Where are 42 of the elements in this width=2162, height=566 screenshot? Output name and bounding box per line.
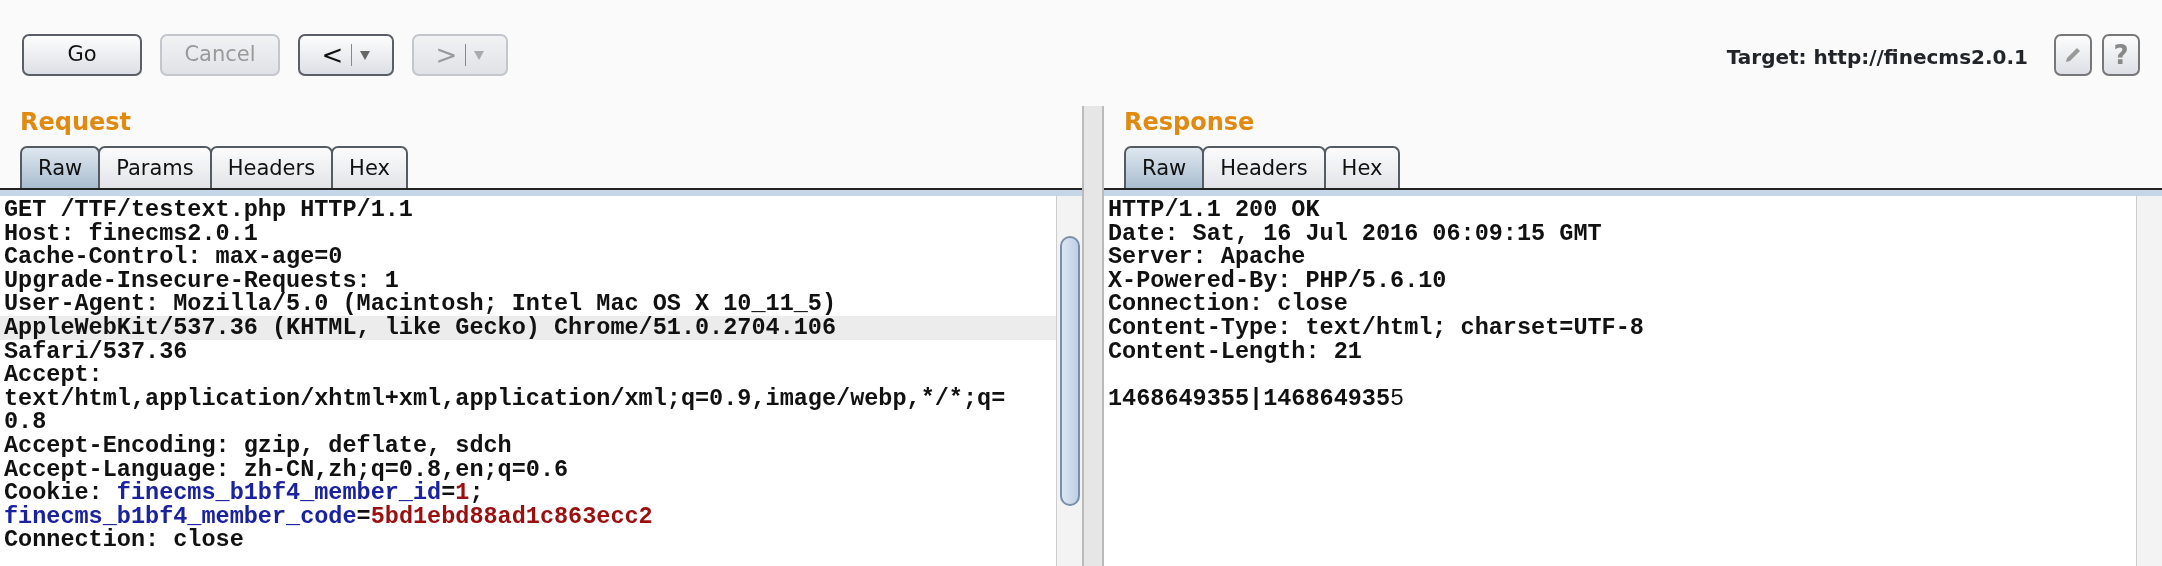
tab[interactable]: Params bbox=[98, 145, 212, 188]
history-button[interactable]: < bbox=[298, 34, 394, 76]
code-line: Safari/537.36 bbox=[3, 339, 188, 364]
code-line: Accept: bbox=[3, 363, 103, 387]
scrollbar-thumb[interactable] bbox=[1060, 236, 1080, 506]
code-line: User-Agent: Mozilla/5.0 (Macintosh; Intel Mac OS X 10_11_5) bbox=[3, 292, 838, 316]
code-line: Content-Type: text/html; charset=UTF-8 bbox=[1107, 315, 1645, 340]
code-line: Content-Length: 21 bbox=[1107, 339, 1362, 364]
code-line: finecms_b1bf4_member_code=5bd1ebd88ad1c863ecc2 bbox=[3, 504, 654, 529]
code-line: GET /TTF/testext.php HTTP/1.1 bbox=[3, 198, 414, 222]
scrollbar[interactable] bbox=[2136, 196, 2162, 566]
code-line: text/html,application/xhtml+xml,application/xml;q=0.9,image/webp,*/*;q= bbox=[3, 386, 1007, 411]
toolbar-button[interactable]: Go bbox=[22, 34, 142, 76]
code-line: Connection: close bbox=[3, 528, 245, 552]
pane-splitter[interactable] bbox=[1082, 106, 1104, 566]
code-line: Accept-Language: zh-CN,zh;q=0.8,en;q=0.6 bbox=[3, 457, 570, 482]
scrollbar[interactable] bbox=[1056, 196, 1082, 566]
code-line: Connection: close bbox=[1107, 292, 1348, 316]
code-line: Accept-Encoding: gzip, deflate, sdch bbox=[3, 433, 512, 458]
code-line: Host: finecms2.0.1 bbox=[3, 221, 258, 246]
target-label: Target: http://finecms2.0.1 bbox=[1726, 44, 2028, 71]
caret-icon bbox=[474, 50, 485, 60]
code-line: HTTP/1.1 200 OK bbox=[1107, 198, 1320, 222]
pane-title: Response bbox=[1123, 107, 1256, 138]
code-line: X-Powered-By: PHP/5.6.10 bbox=[1107, 268, 1448, 293]
pencil-icon bbox=[2063, 45, 2083, 65]
edit-button[interactable] bbox=[2054, 34, 2092, 76]
tab[interactable]: Raw bbox=[20, 145, 101, 188]
code-line: Server: Apache bbox=[1107, 245, 1307, 269]
code-line: Cookie: finecms_b1bf4_member_id=1; bbox=[3, 481, 484, 505]
tab[interactable]: Headers bbox=[1202, 145, 1326, 188]
tab[interactable]: Hex bbox=[1323, 145, 1401, 188]
tab[interactable]: Headers bbox=[209, 145, 334, 188]
code-line: Cache-Control: max-age=0 bbox=[3, 245, 343, 269]
pane-title: Request bbox=[19, 107, 133, 138]
caret-icon bbox=[360, 50, 371, 60]
code-line: Upgrade-Insecure-Requests: 1 bbox=[3, 268, 399, 293]
tab[interactable]: Raw bbox=[1124, 145, 1205, 188]
code-line: 1468649355|1468649355 bbox=[1107, 386, 1406, 411]
code-line: 0.8 bbox=[3, 410, 47, 434]
tab[interactable]: Hex bbox=[331, 145, 408, 188]
code-line: Date: Sat, 16 Jul 2016 06:09:15 GMT bbox=[1107, 221, 1603, 246]
